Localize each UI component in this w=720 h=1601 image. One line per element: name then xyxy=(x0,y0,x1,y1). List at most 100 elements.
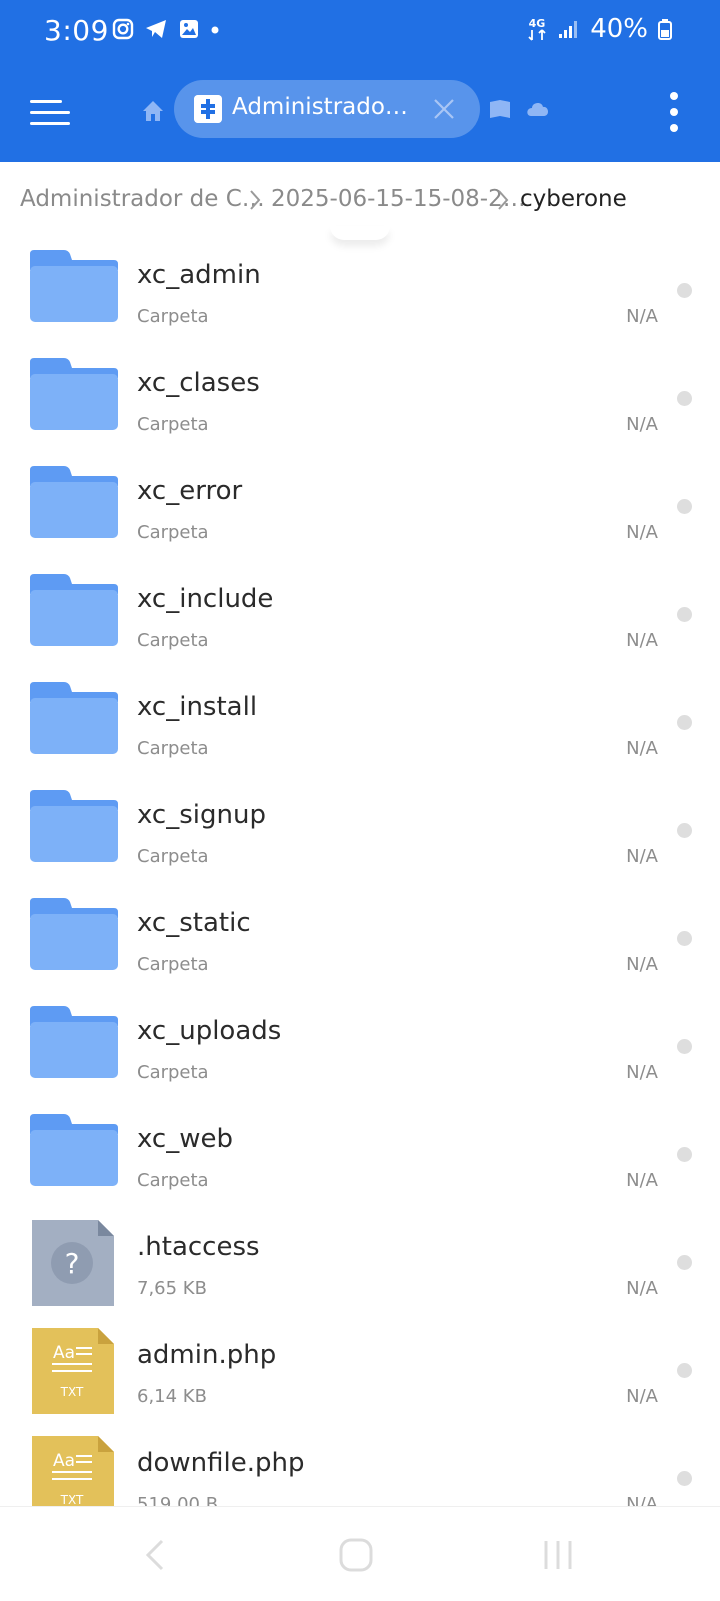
file-date: N/A xyxy=(626,1278,658,1299)
file-meta: Carpeta xyxy=(137,954,209,975)
folder-icon xyxy=(30,682,118,754)
home-icon[interactable] xyxy=(140,98,166,124)
file-name: downfile.php xyxy=(137,1448,305,1478)
select-dot-icon[interactable] xyxy=(677,499,692,514)
battery-icon xyxy=(658,19,672,40)
folder-icon xyxy=(30,358,118,430)
file-list: xc_admin Carpeta N/A xc_clases Carpeta N/A xc_… xyxy=(0,236,720,1532)
notification-icons xyxy=(112,18,220,40)
select-dot-icon[interactable] xyxy=(677,391,692,406)
file-name: admin.php xyxy=(137,1340,277,1370)
gallery-icon xyxy=(180,20,198,38)
folder-icon xyxy=(30,1114,118,1186)
unknown-file-icon: ? xyxy=(32,1220,114,1306)
notification-dot-icon xyxy=(211,26,219,34)
select-dot-icon[interactable] xyxy=(677,931,692,946)
file-name: xc_clases xyxy=(137,368,260,398)
file-name: xc_include xyxy=(137,584,274,614)
file-date: N/A xyxy=(626,738,658,759)
network-4g-icon: 4G xyxy=(528,17,546,41)
folder-icon xyxy=(30,790,118,862)
file-row[interactable]: xc_clases Carpeta N/A xyxy=(0,344,720,452)
file-row[interactable]: xc_static Carpeta N/A xyxy=(0,884,720,992)
network-storage-icon[interactable] xyxy=(488,98,512,120)
select-dot-icon[interactable] xyxy=(677,1471,692,1486)
file-meta: Carpeta xyxy=(137,1062,209,1083)
select-dot-icon[interactable] xyxy=(677,715,692,730)
file-meta: Carpeta xyxy=(137,306,209,327)
select-dot-icon[interactable] xyxy=(677,823,692,838)
folder-icon xyxy=(30,898,118,970)
text-file-icon-glyph: Aa xyxy=(53,1343,75,1363)
file-date: N/A xyxy=(626,954,658,975)
file-meta: Carpeta xyxy=(137,414,209,435)
file-date: N/A xyxy=(626,306,658,327)
back-nav-icon[interactable] xyxy=(136,1535,176,1575)
signal-icon xyxy=(559,21,578,38)
system-nav-bar xyxy=(0,1506,720,1601)
close-icon[interactable] xyxy=(432,97,456,121)
file-row[interactable]: xc_uploads Carpeta N/A xyxy=(0,992,720,1100)
file-row[interactable]: xc_error Carpeta N/A xyxy=(0,452,720,560)
file-row[interactable]: xc_include Carpeta N/A xyxy=(0,560,720,668)
file-meta: 6,14 KB xyxy=(137,1386,207,1407)
text-file-icon-label: TXT xyxy=(60,1493,84,1507)
file-row[interactable]: xc_admin Carpeta N/A xyxy=(0,236,720,344)
file-meta: Carpeta xyxy=(137,738,209,759)
file-row[interactable]: xc_web Carpeta N/A xyxy=(0,1100,720,1208)
select-dot-icon[interactable] xyxy=(677,1255,692,1270)
file-date: N/A xyxy=(626,522,658,543)
file-date: N/A xyxy=(626,414,658,435)
network-label: 4G xyxy=(529,17,546,30)
svg-text:?: ? xyxy=(65,1247,80,1280)
file-row[interactable]: xc_signup Carpeta N/A xyxy=(0,776,720,884)
text-file-icon-label: TXT xyxy=(60,1385,84,1399)
file-date: N/A xyxy=(626,1386,658,1407)
file-date: N/A xyxy=(626,846,658,867)
file-name: xc_signup xyxy=(137,800,266,830)
breadcrumb: Administrador de C… 2025-06-15-15-08-2… … xyxy=(0,162,720,236)
file-row[interactable]: ? .htaccess 7,65 KB N/A xyxy=(0,1208,720,1316)
file-name: xc_admin xyxy=(137,260,261,290)
cloud-icon[interactable] xyxy=(524,96,552,120)
select-dot-icon[interactable] xyxy=(677,283,692,298)
breadcrumb-item-current[interactable]: cyberone xyxy=(520,186,627,212)
recents-nav-icon[interactable] xyxy=(538,1535,578,1575)
select-dot-icon[interactable] xyxy=(677,1147,692,1162)
file-meta: 7,65 KB xyxy=(137,1278,207,1299)
file-meta: Carpeta xyxy=(137,522,209,543)
hamburger-menu-icon[interactable] xyxy=(30,92,72,132)
app-toolbar: Administrado… xyxy=(0,72,720,158)
folder-icon xyxy=(30,574,118,646)
telegram-icon xyxy=(146,20,166,38)
status-bar: 3:09 4G 40% xyxy=(0,0,720,62)
home-nav-icon[interactable] xyxy=(336,1535,376,1575)
select-dot-icon[interactable] xyxy=(677,1039,692,1054)
chevron-right-icon xyxy=(250,190,261,210)
breadcrumb-item-root[interactable]: Administrador de C… xyxy=(20,186,265,212)
file-name: xc_static xyxy=(137,908,251,938)
select-dot-icon[interactable] xyxy=(677,1363,692,1378)
file-name: xc_error xyxy=(137,476,243,506)
instagram-icon xyxy=(112,18,134,40)
text-file-icon: Aa TXT xyxy=(32,1328,114,1414)
app-header: 3:09 4G 40% Administrado… xyxy=(0,0,720,162)
chevron-right-icon xyxy=(498,190,509,210)
file-date: N/A xyxy=(626,1170,658,1191)
file-meta: Carpeta xyxy=(137,846,209,867)
breadcrumb-item-backup[interactable]: 2025-06-15-15-08-2… xyxy=(271,186,526,212)
folder-icon xyxy=(30,250,118,322)
folder-icon xyxy=(30,1006,118,1078)
file-row[interactable]: Aa TXT admin.php 6,14 KB N/A xyxy=(0,1316,720,1424)
tab-label: Administrado… xyxy=(232,94,408,120)
select-dot-icon[interactable] xyxy=(677,607,692,622)
active-tab[interactable]: Administrado… xyxy=(174,80,480,138)
system-status: 4G 40% xyxy=(526,14,672,44)
file-row[interactable]: xc_install Carpeta N/A xyxy=(0,668,720,776)
battery-percent: 40% xyxy=(590,14,648,44)
more-vertical-icon[interactable] xyxy=(664,90,684,134)
folder-icon xyxy=(30,466,118,538)
file-name: xc_uploads xyxy=(137,1016,282,1046)
file-date: N/A xyxy=(626,630,658,651)
file-meta: Carpeta xyxy=(137,1170,209,1191)
